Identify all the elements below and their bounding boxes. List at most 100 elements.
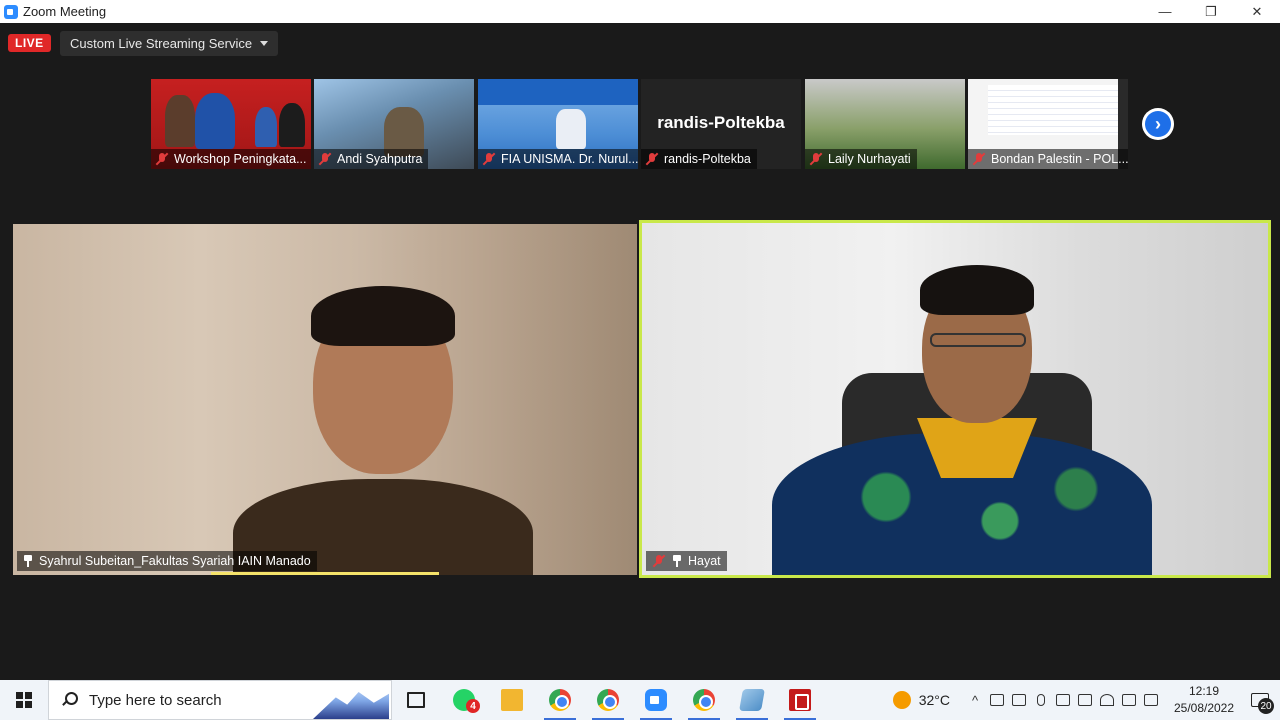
window-controls: — ❐ ✕ xyxy=(1142,0,1280,23)
participant-name: Laily Nurhayati xyxy=(828,152,911,166)
unread-badge: 4 xyxy=(466,699,480,713)
participant-name-tag: Andi Syahputra xyxy=(314,149,429,169)
task-view-button[interactable] xyxy=(392,680,440,720)
mic-muted-icon xyxy=(318,152,332,166)
speaking-indicator xyxy=(211,572,439,575)
participant-figure xyxy=(255,107,277,147)
participant-figure xyxy=(165,95,195,147)
windows-logo-icon xyxy=(16,692,32,708)
video-name-tag: Hayat xyxy=(646,551,727,571)
shared-banner xyxy=(478,79,638,105)
chrome-taskbar-button[interactable] xyxy=(536,680,584,720)
taskbar-clock[interactable]: 12:19 25/08/2022 xyxy=(1168,683,1240,717)
participant-name: Andi Syahputra xyxy=(337,152,423,166)
chrome-icon xyxy=(549,689,571,711)
chrome-app-taskbar-button[interactable] xyxy=(680,680,728,720)
sun-icon xyxy=(892,691,911,709)
notes-taskbar-button[interactable] xyxy=(728,680,776,720)
clock-date: 25/08/2022 xyxy=(1173,701,1235,715)
participant-name: FIA UNISMA. Dr. Nurul... xyxy=(501,152,638,166)
cloud-icon[interactable] xyxy=(986,680,1008,720)
participant-name-tag: Laily Nurhayati xyxy=(805,149,917,169)
acrobat-taskbar-button[interactable] xyxy=(776,680,824,720)
chevron-right-icon: › xyxy=(1145,111,1171,137)
shared-document xyxy=(988,85,1118,135)
mic-muted-icon xyxy=(482,152,496,166)
video-name-tag: Syahrul Subeitan_Fakultas Syariah IAIN M… xyxy=(17,551,317,571)
active-speaker-video-tile[interactable]: Hayat xyxy=(639,220,1271,578)
restore-button[interactable]: ❐ xyxy=(1188,0,1234,23)
pin-icon xyxy=(23,555,33,567)
taskbar-search-box[interactable] xyxy=(48,680,392,720)
meeting-area: LIVE Custom Live Streaming Service Works… xyxy=(0,23,1280,680)
task-view-icon xyxy=(407,692,425,708)
show-hidden-icons-button[interactable]: ^ xyxy=(964,680,986,720)
chrome-profile-taskbar-button[interactable] xyxy=(584,680,632,720)
wifi-icon[interactable] xyxy=(1096,680,1118,720)
file-explorer-taskbar-button[interactable] xyxy=(488,680,536,720)
search-icon xyxy=(61,692,78,708)
streaming-service-dropdown[interactable]: Custom Live Streaming Service xyxy=(60,31,279,56)
mic-muted-icon xyxy=(809,152,823,166)
participant-name: randis-Poltekba xyxy=(664,152,751,166)
streaming-service-label: Custom Live Streaming Service xyxy=(70,36,253,51)
whatsapp-taskbar-button[interactable]: 4 xyxy=(440,680,488,720)
zoom-taskbar-button[interactable] xyxy=(632,680,680,720)
video-participant-name: Syahrul Subeitan_Fakultas Syariah IAIN M… xyxy=(39,554,311,568)
window-title: Zoom Meeting xyxy=(23,4,107,19)
zoom-icon xyxy=(645,689,667,711)
next-page-button[interactable]: › xyxy=(1142,108,1174,140)
search-highlight-image xyxy=(313,692,389,719)
notification-count-badge: 20 xyxy=(1258,698,1274,714)
search-input[interactable] xyxy=(89,691,309,709)
participant-name-tag: FIA UNISMA. Dr. Nurul... xyxy=(478,149,638,169)
app-tray-icon[interactable] xyxy=(1074,680,1096,720)
system-tray: 32°C ^ 12:19 25/08/2022 20 xyxy=(892,680,1280,720)
microphone-icon[interactable] xyxy=(1030,680,1052,720)
participant-name-tag: Bondan Palestin - POL... xyxy=(968,149,1128,169)
participant-figure xyxy=(195,93,235,149)
participant-figure xyxy=(279,103,305,147)
main-video-tile[interactable]: Syahrul Subeitan_Fakultas Syariah IAIN M… xyxy=(13,224,637,575)
participant-thumbnail[interactable]: Andi Syahputra xyxy=(314,79,474,169)
window-titlebar: Zoom Meeting — ❐ ✕ xyxy=(0,0,1280,23)
pdf-icon xyxy=(789,689,811,711)
notification-center-button[interactable]: 20 xyxy=(1240,680,1280,720)
zoom-logo-icon xyxy=(4,4,18,19)
mic-muted-icon xyxy=(652,554,666,568)
weather-temperature: 32°C xyxy=(918,692,950,708)
participant-figure xyxy=(930,333,1026,347)
participant-thumbnail[interactable]: Workshop Peningkata... xyxy=(151,79,311,169)
clock-time: 12:19 xyxy=(1188,684,1220,698)
participant-name: Bondan Palestin - POL... xyxy=(991,152,1128,166)
display-icon[interactable] xyxy=(1008,680,1030,720)
participant-name-tag: Workshop Peningkata... xyxy=(151,149,311,169)
participant-thumbnail[interactable]: FIA UNISMA. Dr. Nurul... xyxy=(478,79,638,169)
folder-icon xyxy=(501,689,523,711)
start-button[interactable] xyxy=(0,680,48,720)
participant-name: Workshop Peningkata... xyxy=(174,152,307,166)
minimize-button[interactable]: — xyxy=(1142,0,1188,23)
mic-muted-icon xyxy=(972,152,986,166)
participant-figure xyxy=(920,265,1034,315)
notes-app-icon xyxy=(739,689,765,711)
battery-icon[interactable] xyxy=(1052,680,1074,720)
pin-icon xyxy=(672,555,682,567)
weather-widget[interactable]: 32°C xyxy=(892,691,950,709)
close-button[interactable]: ✕ xyxy=(1234,0,1280,23)
participant-thumbnail[interactable]: Laily Nurhayati xyxy=(805,79,965,169)
chrome-icon xyxy=(597,689,619,711)
participant-figure xyxy=(556,109,586,149)
participant-thumbnail[interactable]: Bondan Palestin - POL... xyxy=(968,79,1128,169)
mic-muted-icon xyxy=(155,152,169,166)
volume-muted-icon[interactable] xyxy=(1118,680,1140,720)
dropbox-icon[interactable] xyxy=(1140,680,1162,720)
live-badge[interactable]: LIVE xyxy=(8,34,51,52)
participant-display-name: randis-Poltekba xyxy=(657,113,785,132)
participant-figure xyxy=(311,286,455,346)
chrome-icon xyxy=(693,689,715,711)
participant-thumbnail[interactable]: randis-Poltekba randis-Poltekba xyxy=(641,79,801,169)
video-participant-name: Hayat xyxy=(688,554,721,568)
chevron-down-icon xyxy=(260,41,269,46)
mic-muted-icon xyxy=(645,152,659,166)
